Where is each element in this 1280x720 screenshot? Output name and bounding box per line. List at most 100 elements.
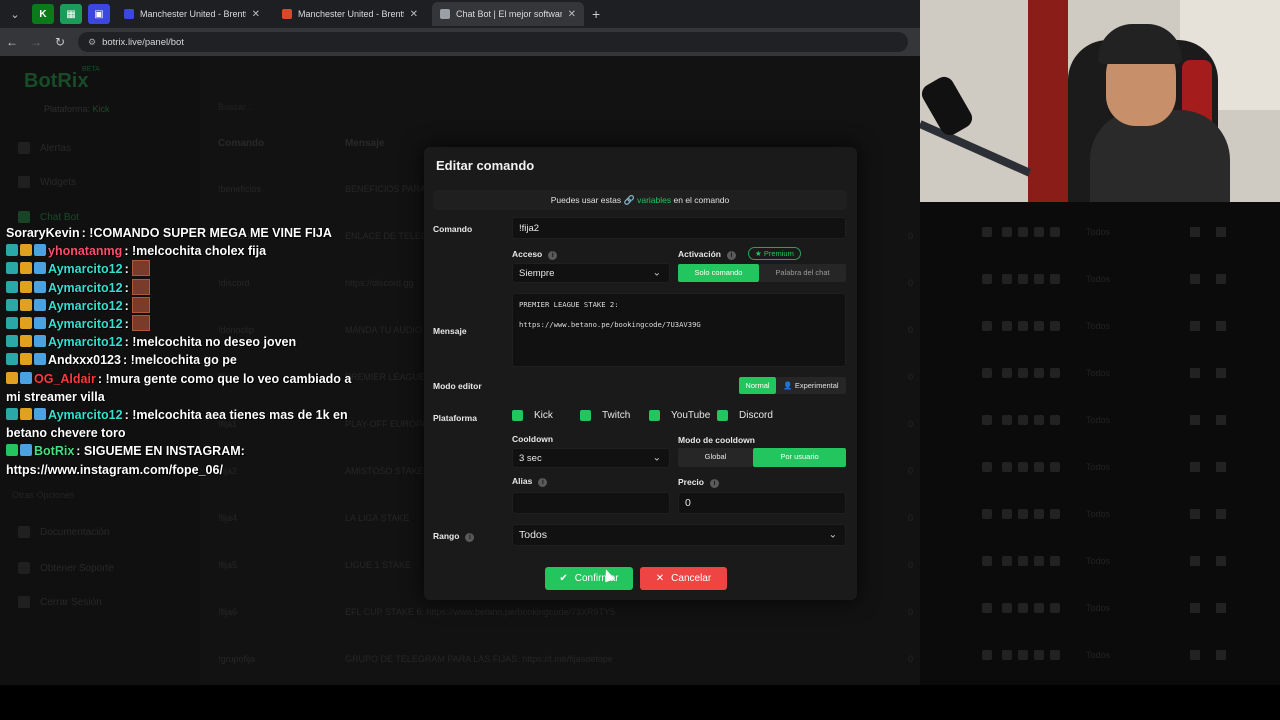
browser-tab-3-active[interactable]: Chat Bot | El mejor software pa ✕ [432,2,584,26]
pinned-tab-app-icon[interactable]: ▣ [88,4,110,24]
tab-close-icon[interactable]: ✕ [252,9,260,20]
info-icon[interactable]: i [727,251,736,260]
tab-close-icon[interactable]: ✕ [568,9,576,20]
command-value: !fija2 [519,222,540,234]
browser-tab-2[interactable]: Manchester United - Brentford ✕ [274,2,426,26]
alias-label: Alias i [512,476,548,487]
row-uses-count: 0 [908,419,914,429]
pinned-tab-kick-icon[interactable]: K [32,4,54,24]
pinned-tab-sheets-icon[interactable]: ▦ [60,4,82,24]
edit-icon[interactable] [1190,227,1200,237]
edit-icon[interactable] [1190,650,1200,660]
info-icon[interactable]: i [548,251,558,260]
new-tab-icon[interactable]: + [592,6,600,22]
delete-icon[interactable] [1216,509,1226,519]
delete-icon[interactable] [1216,415,1226,425]
delete-icon[interactable] [1216,274,1226,284]
chevron-down-icon: ⌄ [652,267,661,279]
row-message: LIGUE 1 STAKE [345,560,411,570]
tab-search-icon[interactable]: ⌄ [4,3,26,25]
delete-icon[interactable] [1216,368,1226,378]
back-icon[interactable]: ← [0,35,24,49]
chat-badge-icon [6,262,18,275]
chat-badge-icon [6,280,18,293]
confirm-button[interactable]: ✔ Confirmar [545,567,633,590]
platform-option-label: Twitch [602,410,631,421]
delete-icon[interactable] [1216,321,1226,331]
platform-discord-checkbox[interactable]: Discord [717,410,773,421]
tab-favicon-icon [440,9,450,19]
range-value: Todos [519,529,548,541]
reload-icon[interactable]: ↻ [48,35,72,49]
delete-icon[interactable] [1216,603,1226,613]
editor-mode-experimental-button[interactable]: 👤 Experimental [776,377,846,394]
close-icon: ✕ [655,573,665,584]
cooldown-global-button[interactable]: Global [678,448,753,467]
site-info-icon[interactable]: ⚙ [88,37,96,48]
sidebar-item-label: Alertas [40,142,72,154]
sidebar-item-chat-bot[interactable]: Chat Bot [18,211,79,223]
cooldown-value: 3 sec [519,452,542,464]
editor-mode-normal-button[interactable]: Normal [739,377,776,394]
search-input[interactable]: Buscar... [218,102,253,112]
delete-icon[interactable] [1216,650,1226,660]
cooldown-select[interactable]: 3 sec ⌄ [512,448,670,468]
chat-badge-icon [34,353,46,366]
range-select[interactable]: Todos ⌄ [512,524,846,546]
variables-link[interactable]: variables [637,195,671,205]
alias-input[interactable] [512,492,670,514]
info-icon[interactable]: i [710,479,719,488]
column-header-command: Comando [218,138,265,149]
info-icon[interactable]: i [465,533,475,542]
platform-kick-checkbox[interactable]: Kick [512,410,553,421]
platform-icon [1034,603,1044,613]
activation-chat-word-button[interactable]: Palabra del chat [759,264,846,282]
chat-username: SoraryKevin [6,226,80,240]
sidebar-item-widgets[interactable]: Widgets [18,176,76,188]
platform-twitch-checkbox[interactable]: Twitch [580,410,630,421]
chat-message: Aymarcito12: [6,296,366,315]
activation-label-text: Activación [678,249,721,259]
platform-youtube-checkbox[interactable]: YouTube [649,410,710,421]
sidebar-item-alertas[interactable]: Alertas [18,142,71,154]
sidebar-item-support[interactable]: Obtener Soporte [18,562,114,574]
edit-icon[interactable] [1190,274,1200,284]
chat-message: Aymarcito12: !melcochita aea tienes mas … [6,406,366,442]
edit-icon[interactable] [1190,415,1200,425]
cancel-label: Cancelar [671,573,712,584]
delete-icon[interactable] [1216,227,1226,237]
activation-command-only-button[interactable]: Solo comando [678,264,759,282]
delete-icon[interactable] [1216,556,1226,566]
edit-icon[interactable] [1190,509,1200,519]
tab-close-icon[interactable]: ✕ [410,9,418,20]
forward-icon[interactable]: → [24,35,48,49]
sidebar-item-docs[interactable]: Documentación [18,526,109,538]
platform-icon [1034,227,1044,237]
webcam-person-body [1090,110,1230,202]
edit-icon[interactable] [1190,368,1200,378]
edit-icon[interactable] [1190,321,1200,331]
edit-icon[interactable] [1190,603,1200,613]
chat-emote-icon [132,296,151,313]
access-select[interactable]: Siempre ⌄ [512,263,670,283]
chat-separator: : [76,444,84,459]
hint-suffix: en el comando [673,195,730,205]
message-textarea[interactable]: PREMIER LEAGUE STAKE 2: https://www.beta… [512,293,846,367]
url-field[interactable]: ⚙ botrix.live/panel/bot [78,32,908,52]
browser-tab-1[interactable]: Manchester United - Brentford ✕ [116,2,268,26]
cooldown-label: Cooldown [512,434,554,444]
platform-icon [982,603,992,613]
command-input[interactable]: !fija2 [512,217,846,239]
table-row-actions: Todos [920,509,1280,529]
edit-icon[interactable] [1190,462,1200,472]
price-input[interactable]: 0 [678,492,846,514]
info-icon[interactable]: i [538,478,548,487]
edit-icon[interactable] [1190,556,1200,566]
chat-message: Aymarcito12: [6,315,366,333]
cancel-button[interactable]: ✕ Cancelar [640,567,727,590]
chat-emote-icon [132,315,151,332]
logout-icon [18,596,30,608]
cooldown-per-user-button[interactable]: Por usuario [753,448,846,467]
sidebar-item-logout[interactable]: Cerrar Sesión [18,596,102,608]
delete-icon[interactable] [1216,462,1226,472]
